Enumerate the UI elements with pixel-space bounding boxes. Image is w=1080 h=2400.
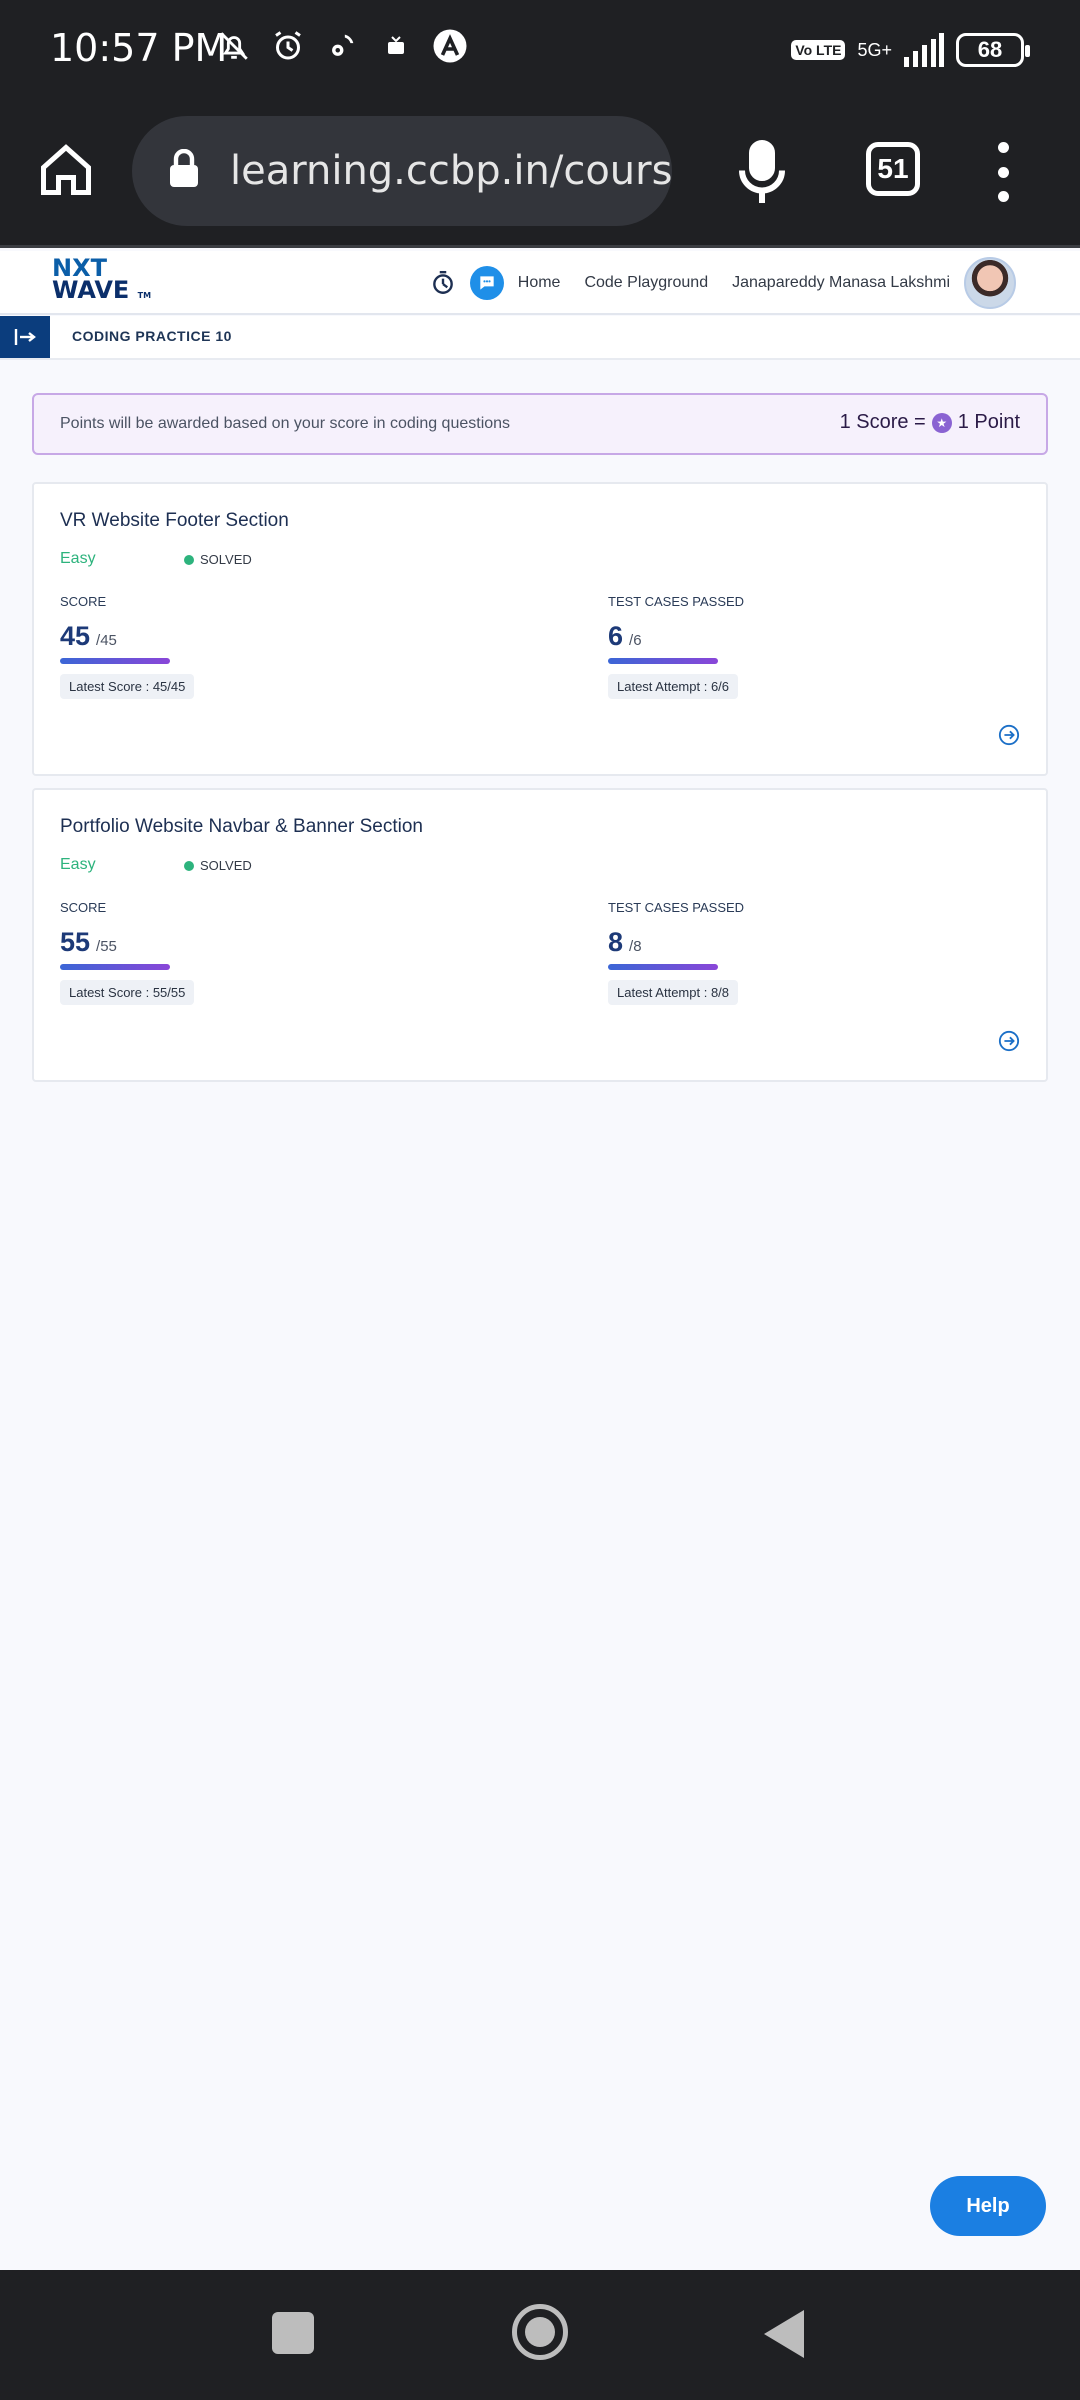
points-conversion: 1 Score = ★ 1 Point — [839, 411, 1020, 433]
volte-icon: Vo LTE — [791, 40, 846, 60]
microphone-icon[interactable] — [732, 140, 792, 206]
url-text: learning.ccbp.in/course — [230, 148, 672, 194]
site-header: NXT WAVE TM Home Code Playground Janapar… — [0, 251, 1080, 315]
arrow-right-circle-icon[interactable] — [998, 724, 1020, 746]
avatar[interactable] — [964, 257, 1016, 309]
page-title: CODING PRACTICE 10 — [72, 328, 232, 344]
latest-score-badge: Latest Score : 45/45 — [60, 674, 195, 699]
tabs-count-button[interactable]: 51 — [866, 142, 920, 196]
overflow-menu-icon[interactable] — [990, 142, 1016, 202]
status-dot-icon — [184, 860, 194, 871]
test-cases-section: TEST CASES PASSED 6/6 Latest Attempt : 6… — [608, 594, 744, 699]
score-value: 45 — [60, 621, 91, 651]
score-progress-bar — [60, 658, 170, 664]
system-nav-bar — [0, 2270, 1080, 2400]
bell-off-icon — [214, 26, 254, 66]
score-section: SCORE 45/45 Latest Score : 45/45 — [60, 594, 195, 699]
signal-icon — [904, 30, 944, 70]
points-info-banner: Points will be awarded based on your sco… — [32, 393, 1048, 455]
lock-icon — [168, 148, 200, 194]
alarm-icon — [268, 26, 308, 66]
latest-attempt-badge: Latest Attempt : 6/6 — [608, 674, 739, 699]
media-icon — [376, 26, 416, 66]
sidebar-toggle-button[interactable] — [0, 316, 50, 358]
help-button[interactable]: Help — [930, 2176, 1046, 2236]
points-info-text: Points will be awarded based on your sco… — [60, 415, 511, 432]
timer-icon[interactable] — [430, 270, 456, 296]
app-a-icon — [430, 26, 470, 66]
browser-home-icon[interactable] — [36, 140, 96, 200]
latest-attempt-badge: Latest Attempt : 8/8 — [608, 980, 739, 1005]
status-badge: SOLVED — [184, 552, 252, 567]
question-title[interactable]: VR Website Footer Section — [60, 510, 289, 532]
question-card[interactable]: VR Website Footer Section Easy SOLVED SC… — [32, 482, 1048, 776]
latest-score-badge: Latest Score : 55/55 — [60, 980, 195, 1005]
tests-value: 6 — [608, 621, 624, 651]
chat-icon[interactable] — [469, 266, 504, 300]
status-time: 10:57 PM — [50, 26, 228, 70]
question-card[interactable]: Portfolio Website Navbar & Banner Sectio… — [32, 788, 1048, 1082]
tests-progress-bar — [608, 964, 718, 970]
score-value: 55 — [60, 927, 91, 957]
tests-value: 8 — [608, 927, 624, 957]
settings-wifi-icon — [322, 26, 362, 66]
status-badge: SOLVED — [184, 858, 252, 873]
user-name[interactable]: Janapareddy Manasa Lakshmi — [732, 274, 950, 292]
coin-icon: ★ — [931, 412, 952, 433]
browser-toolbar: learning.ccbp.in/course 51 — [0, 100, 1080, 248]
difficulty-label: Easy — [60, 856, 96, 873]
status-bar: 10:57 PM Vo LTE 5G+ 68 — [0, 0, 1080, 100]
battery-icon: 68 — [956, 33, 1030, 67]
address-bar[interactable]: learning.ccbp.in/course — [132, 116, 672, 226]
arrow-right-circle-icon[interactable] — [998, 1030, 1020, 1052]
score-section: SCORE 55/55 Latest Score : 55/55 — [60, 900, 195, 1005]
question-title[interactable]: Portfolio Website Navbar & Banner Sectio… — [60, 816, 423, 838]
header-nav: Home Code Playground Janapareddy Manasa … — [430, 257, 1016, 309]
status-dot-icon — [184, 554, 194, 565]
recents-icon[interactable] — [272, 2312, 314, 2354]
nav-home-link[interactable]: Home — [518, 274, 561, 292]
breadcrumb: CODING PRACTICE 10 — [0, 316, 1080, 360]
score-progress-bar — [60, 964, 170, 970]
network-type: 5G+ — [857, 40, 892, 60]
test-cases-section: TEST CASES PASSED 8/8 Latest Attempt : 8… — [608, 900, 744, 1005]
home-icon[interactable] — [512, 2304, 568, 2360]
nxtwave-logo[interactable]: NXT WAVE TM — [52, 256, 151, 307]
difficulty-label: Easy — [60, 550, 96, 567]
back-icon[interactable] — [764, 2310, 804, 2358]
tests-progress-bar — [608, 658, 718, 664]
nav-code-playground-link[interactable]: Code Playground — [584, 274, 708, 292]
